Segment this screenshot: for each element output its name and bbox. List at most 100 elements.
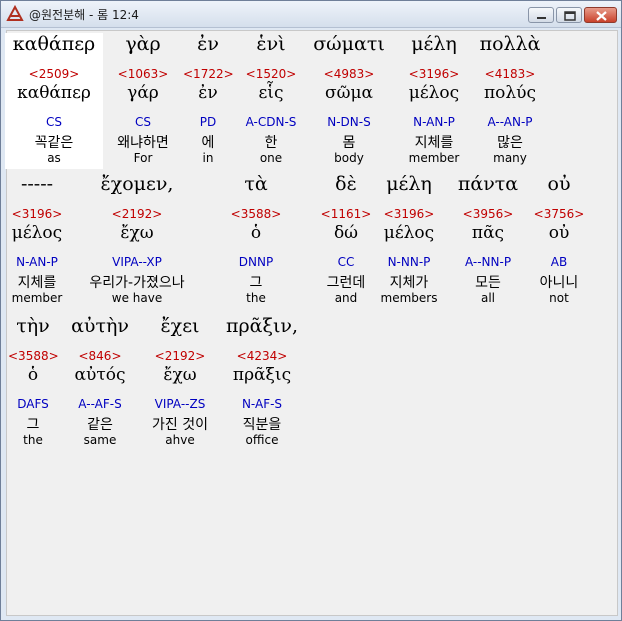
- word-block[interactable]: σώματι <4983> σῶμα N-DN-S 몸 body: [309, 33, 389, 169]
- window-title: @원전분해 - 롬 12:4: [29, 8, 139, 22]
- word-block[interactable]: πάντα <3956> πᾶς A--NN-P 모든 all: [455, 173, 521, 309]
- word-lemma: πᾶς: [471, 223, 505, 243]
- word-lemma: αὐτός: [74, 365, 126, 385]
- word-lemma: ὁ: [250, 223, 262, 243]
- word-korean: 많은: [497, 135, 523, 151]
- word-greek: δὲ: [335, 173, 357, 195]
- word-korean: 지체를: [17, 275, 57, 291]
- word-strong: <846>: [78, 349, 122, 363]
- app-window: @원전분해 - 롬 12:4 καθάπερ <2509> καθάπερ CS 꼭같은…: [0, 0, 622, 621]
- word-block[interactable]: δὲ <1161> δώ CC 그런데 and: [318, 173, 374, 309]
- word-lemma: πολύς: [483, 83, 537, 103]
- word-strong: <2509>: [28, 67, 80, 81]
- word-english: as: [47, 151, 61, 165]
- word-greek: τὴν: [16, 315, 50, 337]
- word-lemma: οὐ: [548, 223, 570, 243]
- close-button[interactable]: [584, 7, 617, 23]
- word-korean: 같은: [87, 417, 113, 433]
- word-lemma: ἔχω: [120, 223, 154, 243]
- maximize-button[interactable]: [556, 7, 582, 23]
- word-block[interactable]: αὐτὴν <846> αὐτός A--AF-S 같은 same: [61, 315, 139, 451]
- word-block[interactable]: τὰ <3588> ὁ DNNP 그 the: [228, 173, 284, 309]
- word-korean: 그: [249, 275, 263, 291]
- word-parse: A--AN-P: [487, 115, 533, 129]
- word-greek: καθάπερ: [12, 33, 96, 55]
- word-strong: <3956>: [462, 207, 514, 221]
- word-block[interactable]: οὐ <3756> οὐ AB 아니니 not: [531, 173, 587, 309]
- word-block[interactable]: μέλη <3196> μέλος N-AN-P 지체를 member: [401, 33, 467, 169]
- word-strong: <1722>: [183, 67, 234, 81]
- word-greek: ἔχομεν,: [100, 173, 174, 195]
- word-korean: 지체가: [389, 275, 429, 291]
- word-block[interactable]: ἐν <1722> ἐν PD 에 in: [183, 33, 234, 169]
- word-lemma: ὁ: [27, 365, 39, 385]
- word-greek: πάντα: [457, 173, 519, 195]
- word-strong: <3588>: [230, 207, 282, 221]
- word-english: one: [259, 151, 283, 165]
- word-korean: 한: [264, 135, 278, 151]
- title-bar[interactable]: @원전분해 - 롬 12:4: [1, 1, 621, 28]
- word-parse: A--NN-P: [464, 255, 512, 269]
- word-parse: VIPA--XP: [112, 255, 162, 269]
- word-strong: <4983>: [323, 67, 375, 81]
- minimize-button[interactable]: [528, 7, 554, 23]
- minimize-icon: [537, 17, 546, 19]
- word-strong: <1063>: [117, 67, 169, 81]
- word-english: not: [549, 291, 569, 305]
- word-lemma: μέλος: [11, 223, 63, 243]
- word-block[interactable]: πρᾶξιν, <4234> πρᾶξις N-AF-S 직분을 office: [220, 315, 304, 451]
- word-strong: <1520>: [245, 67, 297, 81]
- word-korean: 그런데: [326, 275, 366, 291]
- word-parse: VIPA--ZS: [154, 397, 206, 411]
- word-block[interactable]: γὰρ <1063> γάρ CS 왜냐하면 For: [109, 33, 177, 169]
- word-english: and: [334, 291, 358, 305]
- word-strong: <2192>: [154, 349, 206, 363]
- interlinear-view: καθάπερ <2509> καθάπερ CS 꼭같은 as γὰρ <1063> γάρ C…: [5, 30, 618, 616]
- word-lemma: πρᾶξις: [232, 365, 292, 385]
- word-strong: <4183>: [484, 67, 536, 81]
- word-strong: <4234>: [236, 349, 288, 363]
- word-korean: 아니니: [539, 275, 579, 291]
- word-block[interactable]: ἔχομεν, <2192> ἔχω VIPA--XP 우리가-가졌으나 we have: [82, 173, 192, 309]
- word-greek: γὰρ: [125, 33, 161, 55]
- word-english: body: [334, 151, 364, 165]
- word-parse: N-AN-P: [413, 115, 455, 129]
- word-strong: <3196>: [383, 207, 435, 221]
- word-english: For: [133, 151, 153, 165]
- word-block[interactable]: ἑνὶ <1520> εἷς A-CDN-S 한 one: [238, 33, 304, 169]
- word-english: in: [202, 151, 214, 165]
- word-strong: <3196>: [408, 67, 460, 81]
- word-parse: CS: [135, 115, 151, 129]
- word-english: ahve: [165, 433, 195, 447]
- word-block[interactable]: καθάπερ <2509> καθάπερ CS 꼭같은 as: [5, 33, 103, 169]
- word-block[interactable]: ἔχει <2192> ἔχω VIPA--ZS 가진 것이 ahve: [141, 315, 219, 451]
- word-strong: <3196>: [11, 207, 63, 221]
- word-strong: <2192>: [111, 207, 163, 221]
- word-korean: 지체를: [414, 135, 454, 151]
- word-block[interactable]: πολλὰ <4183> πολύς A--AN-P 많은 many: [476, 33, 544, 169]
- word-korean: 몸: [342, 135, 356, 151]
- word-korean: 모든: [475, 275, 501, 291]
- word-english: the: [23, 433, 43, 447]
- word-block[interactable]: μέλη <3196> μέλος N-NN-P 지체가 members: [376, 173, 442, 309]
- word-parse: CC: [337, 255, 355, 269]
- word-english: many: [493, 151, 527, 165]
- word-korean: 꼭같은: [34, 135, 74, 151]
- word-parse: N-AF-S: [241, 397, 283, 411]
- word-lemma: δώ: [333, 223, 359, 243]
- word-english: member: [11, 291, 63, 305]
- word-korean: 그: [26, 417, 40, 433]
- word-greek: τὰ: [244, 173, 268, 195]
- app-icon[interactable]: [6, 5, 24, 23]
- word-greek: αὐτὴν: [71, 315, 129, 337]
- word-greek: μέλη: [411, 33, 457, 55]
- word-block[interactable]: ----- <3196> μέλος N-AN-P 지체를 member: [9, 173, 65, 309]
- word-greek: πρᾶξιν,: [226, 315, 298, 337]
- word-parse: A--AF-S: [78, 397, 122, 411]
- word-lemma: ἐν: [198, 83, 218, 103]
- word-block[interactable]: τὴν <3588> ὁ DAFS 그 the: [8, 315, 59, 451]
- word-parse: CS: [46, 115, 62, 129]
- word-lemma: γάρ: [127, 83, 159, 103]
- close-icon: [596, 11, 607, 21]
- word-korean: 우리가-가졌으나: [89, 275, 185, 291]
